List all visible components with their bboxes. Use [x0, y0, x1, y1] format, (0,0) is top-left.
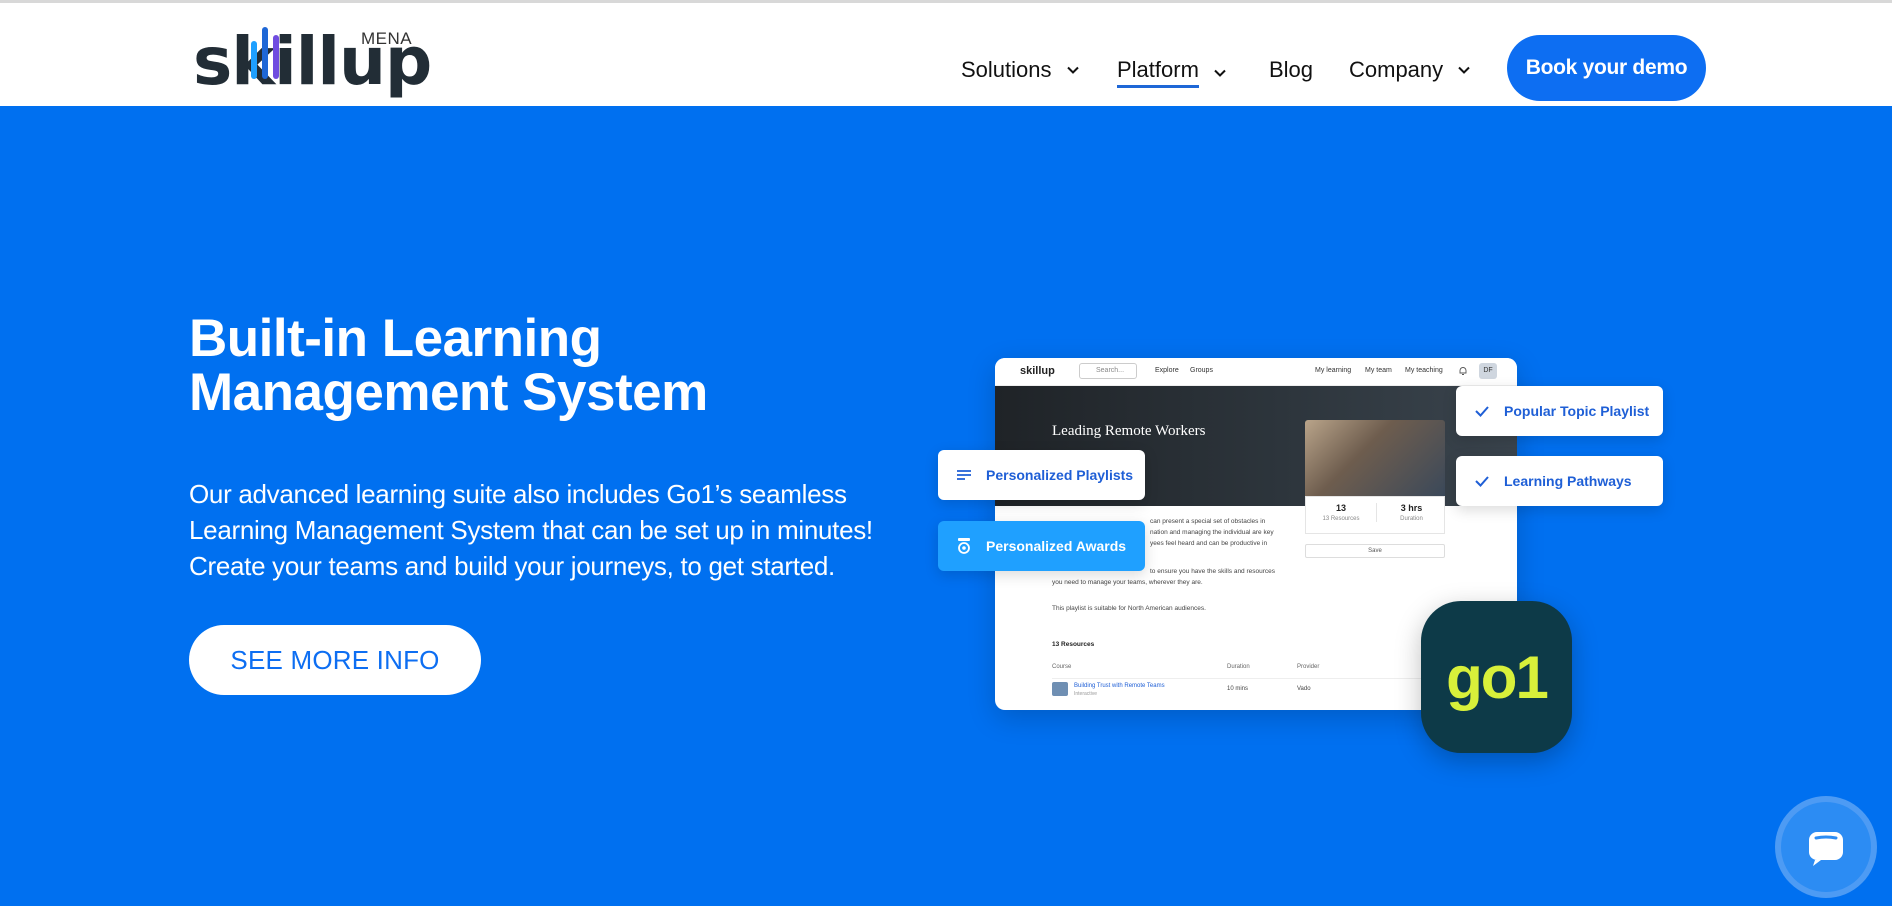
list-icon	[957, 470, 971, 480]
site-header: skillup MENA Solutions Platform Blog Com…	[0, 0, 1892, 106]
nav-company-label: Company	[1349, 57, 1444, 82]
tag-playlists-label: Personalized Playlists	[986, 467, 1134, 483]
mock-suitable-text: This playlist is suitable for North Amer…	[1052, 605, 1206, 612]
mock-stat-duration-label: Duration	[1400, 516, 1423, 522]
nav-blog-label: Blog	[1269, 57, 1314, 82]
award-icon	[958, 538, 970, 554]
book-demo-button[interactable]: Book your demo	[1507, 35, 1706, 101]
mock-col-duration: Duration	[1227, 664, 1250, 670]
nav-platform[interactable]: Platform	[1117, 57, 1227, 88]
mock-save-button: Save	[1305, 544, 1445, 558]
mock-course-duration: 10 mins	[1227, 686, 1249, 692]
chat-widget-button[interactable]	[1781, 802, 1871, 892]
go1-logo: go1	[1421, 601, 1572, 753]
tag-popular-label: Popular Topic Playlist	[1504, 403, 1650, 419]
mock-link-my-learning: My learning	[1315, 367, 1352, 374]
mock-desc-line: yees feel heard and can be productive in	[1150, 540, 1268, 547]
check-icon	[1475, 476, 1489, 487]
mock-avatar: DF	[1479, 363, 1497, 379]
mock-banner-title: Leading Remote Workers	[1052, 423, 1206, 439]
skillup-logo[interactable]: skillup MENA	[193, 19, 432, 95]
mock-desc-line: can present a special set of obstacles i…	[1150, 518, 1266, 525]
logo-region-label: MENA	[361, 29, 413, 48]
mock-course-provider: Vado	[1297, 686, 1311, 692]
nav-company[interactable]: Company	[1349, 57, 1471, 83]
tag-popular-topic-playlist: Popular Topic Playlist	[1456, 386, 1663, 436]
mock-link-groups: Groups	[1190, 367, 1213, 374]
mock-stat-duration: 3 hrs Duration	[1376, 503, 1446, 522]
chat-bubble-icon	[1809, 832, 1843, 866]
chevron-down-icon	[1066, 66, 1079, 74]
tag-pathways-label: Learning Pathways	[1504, 473, 1632, 489]
nav-solutions[interactable]: Solutions	[961, 57, 1080, 83]
mock-link-my-team: My team	[1365, 367, 1392, 374]
tag-awards-label: Personalized Awards	[986, 538, 1127, 554]
chevron-down-icon	[1214, 69, 1226, 77]
mock-course-thumb	[1052, 682, 1068, 696]
mock-col-provider: Provider	[1297, 664, 1320, 670]
tag-personalized-playlists: Personalized Playlists	[938, 450, 1145, 500]
nav-solutions-label: Solutions	[961, 57, 1052, 82]
chevron-down-icon	[1458, 66, 1470, 74]
mock-search-field: Search...	[1079, 363, 1137, 379]
mock-col-course: Course	[1052, 664, 1072, 670]
hero-description: Our advanced learning suite also include…	[189, 479, 873, 581]
tag-learning-pathways: Learning Pathways	[1456, 456, 1663, 506]
mock-stat-resources: 13 13 Resources	[1306, 503, 1376, 522]
mock-table-row: Building Trust with Remote Teams Interac…	[1052, 678, 1432, 698]
logo-bars-icon	[251, 27, 279, 79]
nav-blog[interactable]: Blog	[1269, 57, 1313, 83]
mock-stat-duration-value: 3 hrs	[1400, 503, 1423, 513]
mock-topbar: skillup Search... Explore Groups My lear…	[995, 358, 1517, 386]
mock-photo	[1305, 420, 1445, 500]
hero-title: Built-in Learning Management System	[189, 309, 708, 422]
mock-desc-line: nation and managing the individual are k…	[1150, 529, 1274, 536]
mock-desc-line: you need to manage your teams, wherever …	[1052, 579, 1203, 586]
nav-platform-label: Platform	[1117, 57, 1199, 88]
see-more-info-button[interactable]: SEE MORE INFO	[189, 625, 481, 695]
mock-logo: skillup	[1020, 365, 1055, 377]
check-icon	[1475, 406, 1489, 417]
mock-desc-line: to ensure you have the skills and resour…	[1150, 568, 1276, 575]
mock-link-my-teaching: My teaching	[1405, 367, 1443, 374]
mock-course-title: Building Trust with Remote Teams	[1074, 683, 1165, 689]
mock-stat-resources-label: 13 Resources	[1322, 516, 1360, 522]
mock-resources-heading: 13 Resources	[1052, 641, 1095, 648]
tag-personalized-awards: Personalized Awards	[938, 521, 1145, 571]
mock-link-explore: Explore	[1155, 367, 1179, 374]
mock-stats-card: 13 13 Resources 3 hrs Duration	[1305, 496, 1445, 534]
mock-course-type: Interactive	[1074, 691, 1098, 697]
bell-icon	[1459, 367, 1467, 375]
mock-stat-resources-value: 13	[1335, 503, 1346, 513]
